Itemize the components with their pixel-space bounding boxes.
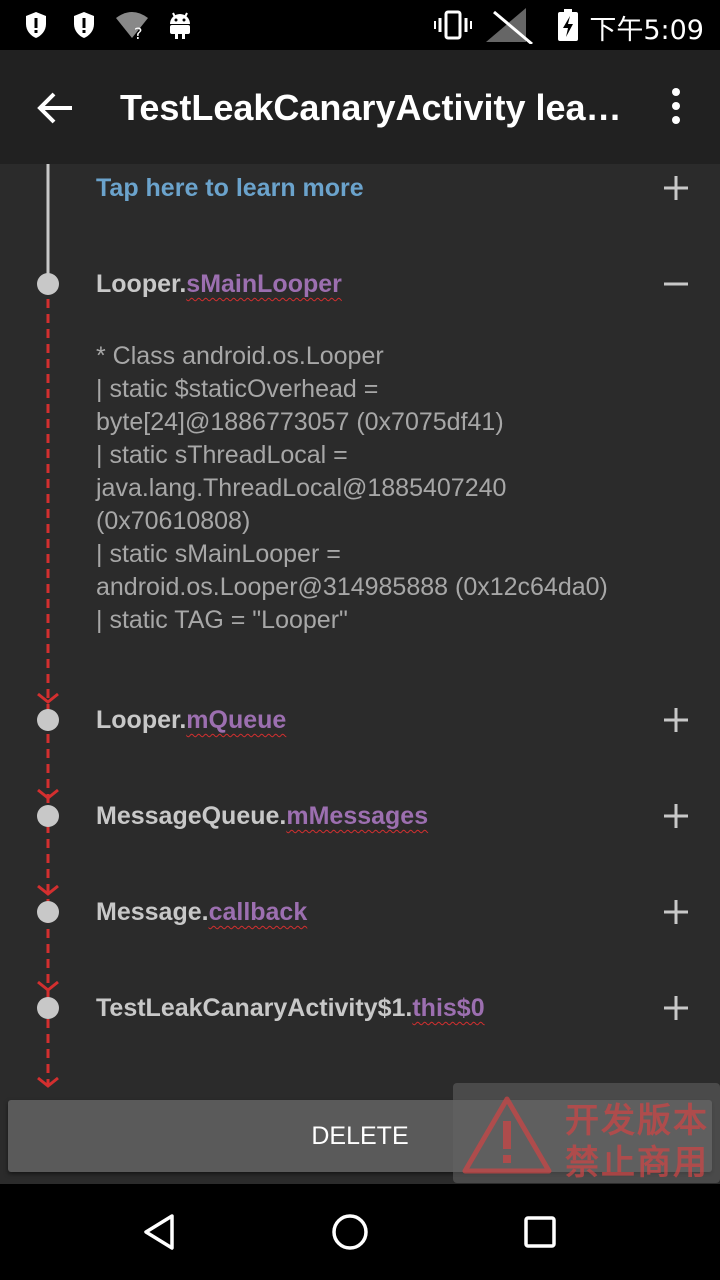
leak-timeline — [37, 164, 59, 1088]
page-title: TestLeakCanaryActivity leaked — [120, 87, 640, 128]
more-vert-icon[interactable] — [660, 84, 692, 132]
vibrate-icon — [434, 10, 472, 40]
app-bar: TestLeakCanaryActivity leaked — [0, 50, 720, 164]
back-arrow-icon[interactable] — [34, 86, 78, 130]
trace-row-title[interactable]: Looper.mQueue — [96, 704, 286, 736]
home-circle-icon[interactable] — [330, 1212, 370, 1252]
status-bar: ? 下午5:09 — [0, 0, 720, 50]
wifi-unknown-icon: ? — [114, 10, 150, 40]
trace-field-name: sMainLooper — [186, 270, 342, 298]
trace-field-name: mQueue — [186, 706, 287, 734]
battery-charging-icon — [556, 9, 580, 41]
trace-row-title[interactable]: TestLeakCanaryActivity$1.this$0 — [96, 992, 485, 1024]
dev-version-watermark: 开发版本 禁止商用 — [453, 1083, 720, 1183]
expand-plus-icon[interactable] — [660, 172, 692, 204]
no-signal-icon — [484, 6, 534, 44]
trace-field-name: this$0 — [412, 994, 485, 1022]
status-time: 下午5:09 — [589, 15, 704, 46]
expand-plus-icon[interactable] — [660, 704, 692, 736]
watermark-line2: 禁止商用 — [565, 1143, 709, 1183]
trace-row-title[interactable]: Looper.sMainLooper — [96, 268, 342, 300]
trace-class-name: Looper. — [96, 706, 187, 734]
back-triangle-icon[interactable] — [140, 1212, 180, 1252]
shield-alert-icon — [24, 10, 48, 40]
shield-alert-icon — [72, 10, 96, 40]
navigation-bar — [0, 1184, 720, 1280]
trace-class-name: Message. — [96, 898, 209, 926]
trace-class-name: TestLeakCanaryActivity$1. — [96, 994, 413, 1022]
warning-triangle-icon — [462, 1096, 552, 1174]
expand-plus-icon[interactable] — [660, 896, 692, 928]
svg-text:?: ? — [134, 24, 143, 40]
trace-row-title[interactable]: MessageQueue.mMessages — [96, 800, 428, 832]
trace-field-name: mMessages — [286, 802, 429, 830]
collapse-minus-icon[interactable] — [660, 268, 692, 300]
trace-class-name: MessageQueue. — [96, 802, 287, 830]
expand-plus-icon[interactable] — [660, 992, 692, 1024]
recents-square-icon[interactable] — [520, 1212, 560, 1252]
leak-trace-list[interactable]: Tap here to learn more Looper.sMainLoope… — [0, 164, 720, 1184]
trace-row-title[interactable]: Message.callback — [96, 896, 307, 928]
trace-field-name: callback — [208, 898, 308, 926]
trace-details: * Class android.os.Looper | static $stat… — [96, 342, 608, 634]
expand-plus-icon[interactable] — [660, 800, 692, 832]
trace-class-name: Looper. — [96, 270, 187, 298]
learn-more-link[interactable]: Tap here to learn more — [96, 172, 364, 204]
android-icon — [166, 10, 194, 40]
